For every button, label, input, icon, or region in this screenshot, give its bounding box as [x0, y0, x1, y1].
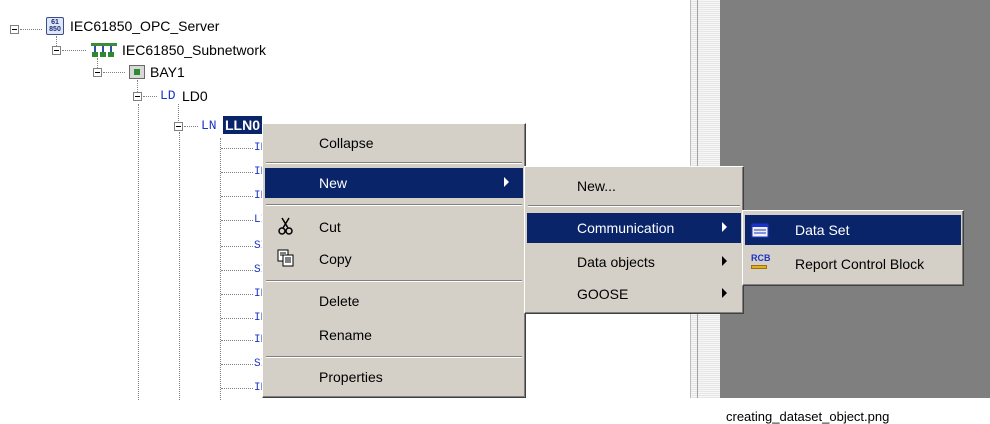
menu-item-communication[interactable]: Communication [527, 213, 741, 243]
menu-item-properties[interactable]: Properties [265, 362, 523, 392]
ln-icon: LN [201, 118, 217, 133]
menu-item-copy[interactable]: Copy [265, 244, 523, 274]
menu-item-goose[interactable]: GOOSE [527, 279, 741, 309]
menu-item-cut[interactable]: Cut [265, 212, 523, 242]
image-caption: creating_dataset_object.png [726, 409, 890, 424]
tree-node-bay[interactable]: BAY1 [150, 64, 185, 80]
menu-item-report-control-block[interactable]: RCB Report Control Block [745, 249, 961, 279]
collapse-toggle-bay[interactable] [93, 68, 102, 77]
menu-item-rename[interactable]: Rename [265, 320, 523, 350]
tree-connector [137, 80, 138, 92]
tree-connector [143, 96, 157, 97]
tree-connector [138, 104, 139, 400]
rcb-icon: RCB [751, 254, 771, 272]
workspace-panel [720, 0, 990, 398]
menu-item-collapse[interactable]: Collapse [265, 128, 523, 158]
tree-connector [221, 270, 253, 271]
tree-connector [221, 340, 253, 341]
tree-connector [220, 138, 221, 400]
collapse-toggle-server[interactable] [10, 25, 19, 34]
menu-item-new-ellipsis[interactable]: New... [527, 171, 741, 201]
menu-item-data-set[interactable]: Data Set [745, 215, 961, 245]
tree-connector [179, 132, 180, 400]
submenu-arrow-icon [722, 288, 727, 298]
new-submenu: New... Communication Data objects GOOSE [524, 166, 744, 314]
tree-connector [56, 36, 57, 46]
ld-icon: LD [160, 88, 176, 103]
tree-node-ld[interactable]: LD0 [182, 88, 208, 104]
tree-connector [221, 148, 253, 149]
dataset-icon [751, 223, 769, 238]
tree-connector [221, 196, 253, 197]
copy-icon [277, 249, 294, 267]
tree-connector [221, 220, 253, 221]
tree-connector [103, 72, 125, 73]
menu-separator [528, 205, 740, 207]
tree-node-server[interactable]: IEC61850_OPC_Server [70, 18, 219, 34]
context-menu: Collapse New Cut Copy Delete Rename Prop… [262, 123, 526, 398]
tree-connector [221, 364, 253, 365]
menu-separator [266, 280, 522, 282]
tree-connector [62, 50, 86, 51]
tree-connector [221, 172, 253, 173]
submenu-arrow-icon [722, 222, 727, 232]
tree-connector [221, 246, 253, 247]
subnetwork-icon [91, 43, 117, 57]
tree-connector [221, 294, 253, 295]
tree-connector [97, 58, 98, 68]
tree-connector [221, 388, 253, 389]
bay-icon [129, 65, 145, 79]
menu-separator [266, 356, 522, 358]
scissors-icon [278, 217, 293, 235]
communication-submenu: Data Set RCB Report Control Block [742, 210, 964, 286]
collapse-toggle-ln[interactable] [174, 122, 183, 131]
menu-item-data-objects[interactable]: Data objects [527, 247, 741, 277]
tree-connector [20, 29, 42, 30]
collapse-toggle-subnetwork[interactable] [52, 46, 61, 55]
server-icon: 61 850 [46, 17, 64, 35]
tree-node-ln-selected[interactable]: LLN0 [223, 116, 262, 134]
menu-item-delete[interactable]: Delete [265, 286, 523, 316]
tree-connector [221, 318, 253, 319]
submenu-arrow-icon [504, 177, 509, 187]
menu-separator [266, 162, 522, 164]
menu-separator [266, 204, 522, 206]
collapse-toggle-ld[interactable] [133, 92, 142, 101]
submenu-arrow-icon [722, 256, 727, 266]
menu-item-new[interactable]: New [265, 168, 523, 198]
tree-node-subnetwork[interactable]: IEC61850_Subnetwork [122, 42, 266, 58]
tree-connector [184, 126, 198, 127]
